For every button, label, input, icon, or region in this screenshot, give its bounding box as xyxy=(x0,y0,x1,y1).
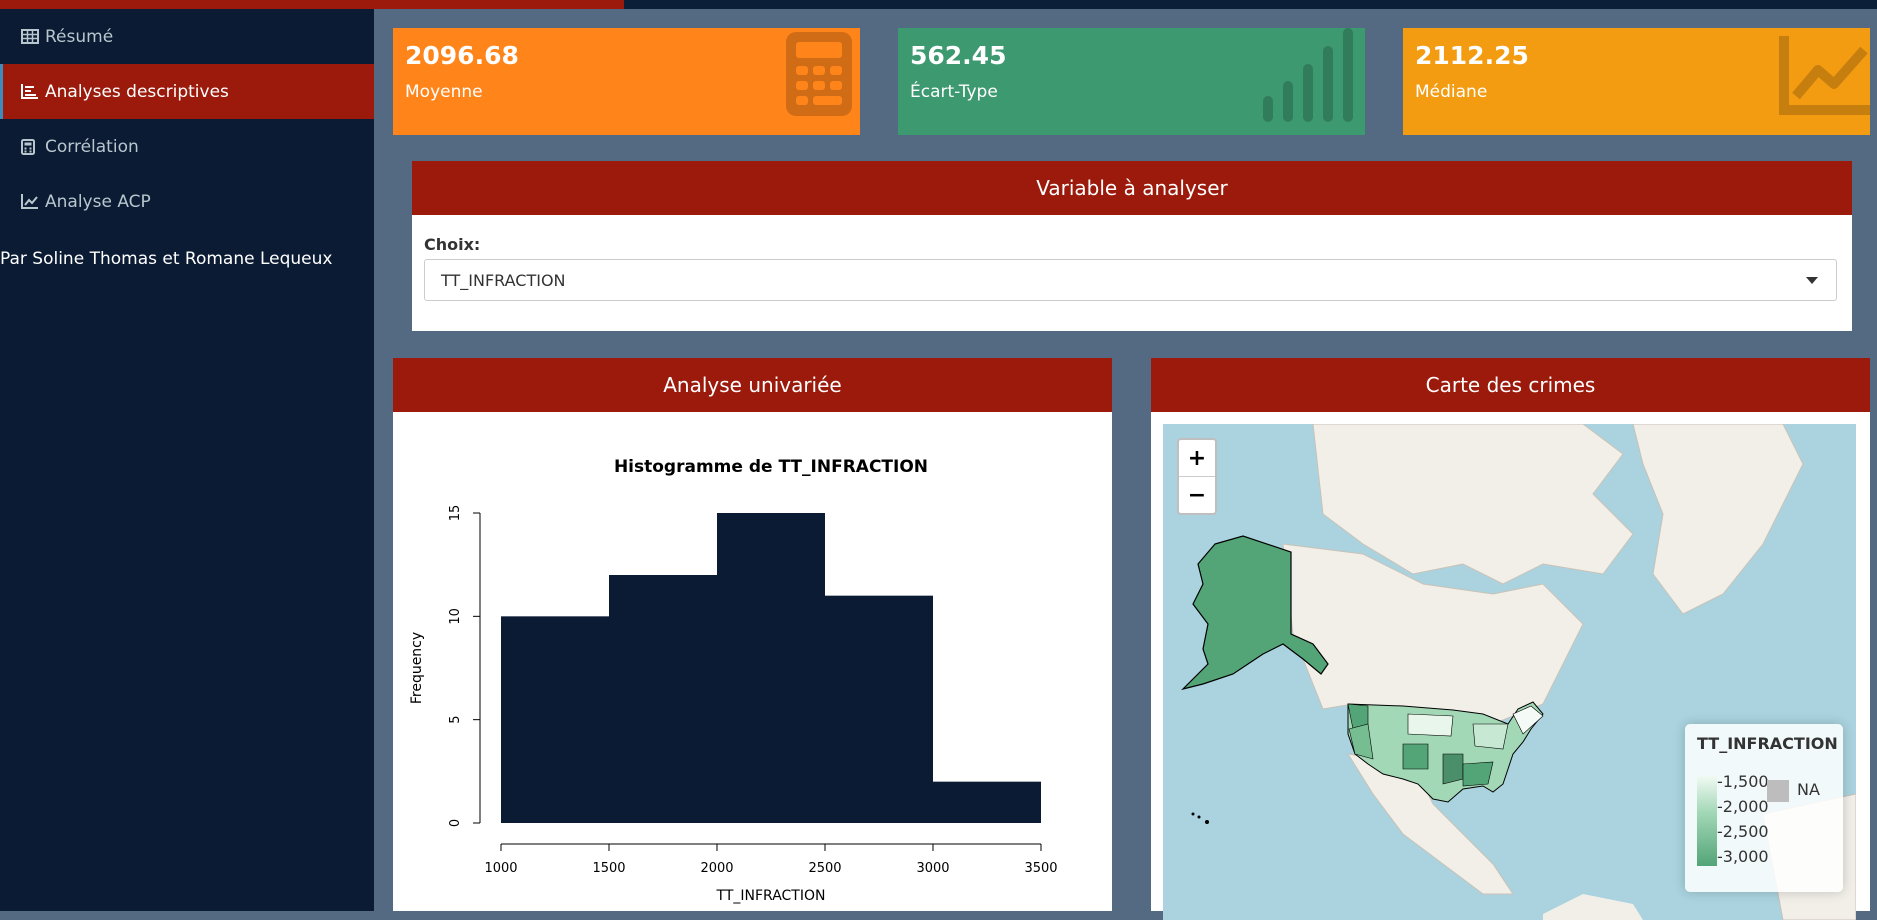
signal-icon xyxy=(1259,28,1359,130)
zoom-in-button[interactable]: + xyxy=(1179,440,1215,477)
calculator-icon xyxy=(784,30,854,122)
zoom-out-button[interactable]: − xyxy=(1179,477,1215,513)
bar-chart-icon xyxy=(21,84,41,100)
histogram-bar xyxy=(717,513,825,823)
map-box-title: Carte des crimes xyxy=(1151,358,1870,412)
x-tick-label: 1500 xyxy=(592,861,625,876)
y-tick-label: 5 xyxy=(448,716,463,724)
line-chart-icon xyxy=(21,194,41,210)
variable-select[interactable]: TT_INFRACTION xyxy=(424,259,1837,301)
sidebar-item-label: Résumé xyxy=(45,26,114,47)
sidebar-credits: Par Soline Thomas et Romane Lequeux xyxy=(0,249,333,269)
choice-label: Choix: xyxy=(424,235,481,254)
sidebar: Résumé Analyses descriptives Corrélation… xyxy=(0,9,374,911)
zoom-control: + − xyxy=(1177,438,1217,515)
value-box-label: Moyenne xyxy=(405,82,483,102)
univariate-box: Analyse univariée Histogramme de TT_INFR… xyxy=(393,358,1112,911)
x-axis-label: TT_INFRACTION xyxy=(716,888,826,904)
sidebar-item-analyse-acp[interactable]: Analyse ACP xyxy=(0,174,374,229)
sidebar-item-label: Analyse ACP xyxy=(45,191,151,212)
variable-box: Variable à analyser Choix: TT_INFRACTION xyxy=(412,161,1852,331)
y-tick-label: 0 xyxy=(448,819,463,827)
x-tick-label: 1000 xyxy=(484,861,517,876)
crime-map[interactable]: + − TT_INFRACTION -1,500 -2,000 -2,500 -… xyxy=(1163,424,1856,920)
legend-na-label: NA xyxy=(1797,780,1820,799)
legend-tick: -2,500 xyxy=(1717,822,1769,841)
legend-tick: -3,000 xyxy=(1717,847,1769,866)
histogram-chart: Histogramme de TT_INFRACTION 0 5 10 15 1000 15… xyxy=(409,457,1058,904)
x-tick-label: 2000 xyxy=(700,861,733,876)
histogram-bar xyxy=(933,781,1041,823)
value-box-ecart-type: 562.45 Écart-Type xyxy=(898,28,1365,135)
value-box-mediane: 2112.25 Médiane xyxy=(1403,28,1870,135)
chevron-down-icon xyxy=(1806,277,1818,284)
top-bar-accent xyxy=(0,0,624,9)
univariate-box-title: Analyse univariée xyxy=(393,358,1112,412)
variable-select-value: TT_INFRACTION xyxy=(441,270,566,290)
map-box: Carte des crimes + − TT_INFRACTION -1,50… xyxy=(1151,358,1870,920)
sidebar-item-correlation[interactable]: Corrélation xyxy=(0,119,374,174)
table-icon xyxy=(21,29,41,45)
y-axis-label: Frequency xyxy=(409,632,425,704)
x-tick-label: 3500 xyxy=(1024,861,1057,876)
variable-box-title: Variable à analyser xyxy=(412,161,1852,215)
legend-na-swatch xyxy=(1767,780,1789,802)
calculator-icon xyxy=(21,138,41,155)
sidebar-item-label: Analyses descriptives xyxy=(45,81,229,102)
legend-gradient xyxy=(1697,776,1717,866)
histogram-bar xyxy=(609,575,717,823)
value-box-value: 2096.68 xyxy=(405,41,519,70)
y-tick-label: 15 xyxy=(448,505,463,522)
sidebar-item-analyses-descriptives[interactable]: Analyses descriptives xyxy=(0,64,374,119)
value-box-moyenne: 2096.68 Moyenne xyxy=(393,28,860,135)
map-legend: TT_INFRACTION -1,500 -2,000 -2,500 -3,00… xyxy=(1685,724,1843,892)
sidebar-item-resume[interactable]: Résumé xyxy=(0,9,374,64)
legend-tick: -1,500 xyxy=(1717,772,1769,791)
line-chart-icon xyxy=(1778,36,1870,120)
histogram-bar xyxy=(501,616,609,823)
top-bar xyxy=(0,0,1877,9)
histogram-bar xyxy=(825,595,933,823)
y-tick-label: 10 xyxy=(448,608,463,625)
legend-tick: -2,000 xyxy=(1717,797,1769,816)
x-tick-label: 2500 xyxy=(808,861,841,876)
legend-title: TT_INFRACTION xyxy=(1697,734,1838,753)
chart-title: Histogramme de TT_INFRACTION xyxy=(614,457,928,477)
x-tick-label: 3000 xyxy=(916,861,949,876)
sidebar-item-label: Corrélation xyxy=(45,136,139,157)
